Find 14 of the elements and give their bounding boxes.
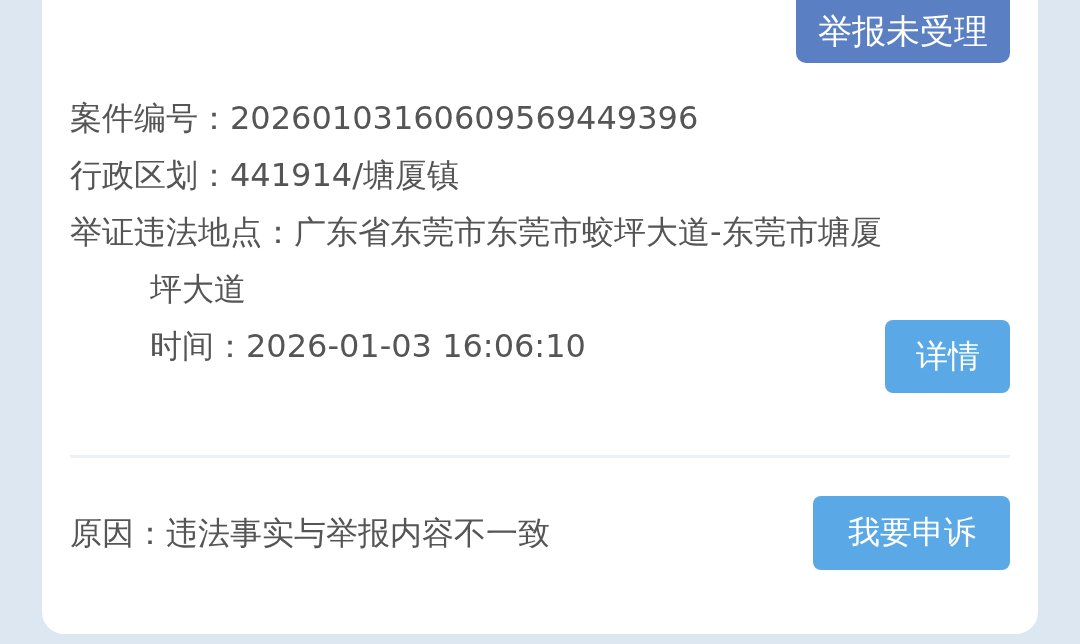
field-label: 时间：: [150, 326, 246, 367]
field-value: 广东省东莞市东莞市蛟坪大道-东莞市塘厦: [294, 212, 882, 253]
reason-label: 原因：: [70, 512, 166, 554]
field-label: 行政区划：: [70, 155, 230, 196]
field-label: 案件编号：: [70, 98, 230, 139]
reason-value: 违法事实与举报内容不一致: [166, 512, 550, 554]
field-value: 441914/塘厦镇: [230, 155, 459, 196]
status-badge: 举报未受理: [796, 0, 1010, 63]
field-value: 2026-01-03 16:06:10: [246, 326, 586, 367]
detail-button[interactable]: 详情: [885, 320, 1010, 393]
field-value: 坪大道: [150, 269, 246, 310]
appeal-button[interactable]: 我要申诉: [813, 496, 1010, 570]
field-label: 举证违法地点：: [70, 212, 294, 253]
field-value: 20260103160609569449396: [230, 98, 699, 139]
